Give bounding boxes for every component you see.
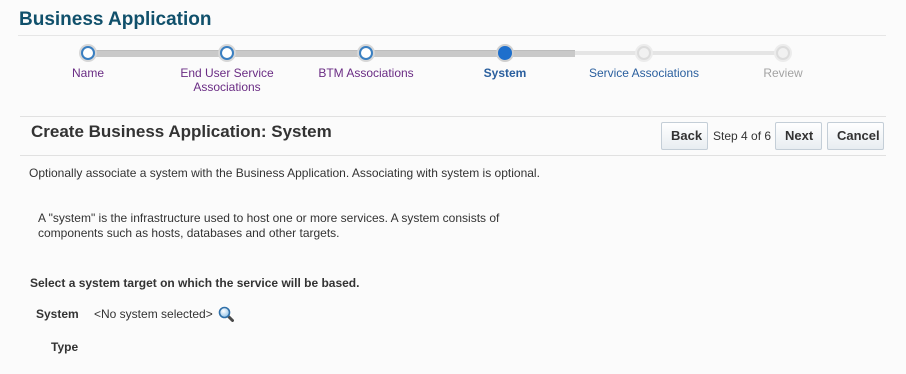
train-stop-label[interactable]: Service Associations xyxy=(569,66,719,80)
back-button[interactable]: Back xyxy=(661,122,708,150)
train-stop-circle-current xyxy=(498,46,512,60)
title-divider xyxy=(18,35,886,36)
header-divider-bottom xyxy=(20,155,886,156)
section-heading: Select a system target on which the serv… xyxy=(30,276,360,290)
search-icon[interactable] xyxy=(218,306,234,322)
cancel-button[interactable]: Cancel xyxy=(827,122,884,150)
train-stop-label: Review xyxy=(763,66,803,80)
train-stop-circle xyxy=(776,46,790,60)
system-label: System xyxy=(36,307,79,321)
train-stop-label[interactable]: Name xyxy=(13,66,163,80)
train-stop-circle[interactable] xyxy=(359,46,373,60)
app-title: Business Application xyxy=(19,9,212,30)
train-stop-label[interactable]: BTM Associations xyxy=(291,66,441,80)
system-value: <No system selected> xyxy=(94,307,213,321)
train-line-remaining xyxy=(575,51,785,55)
page-title: Create Business Application: System xyxy=(31,122,332,141)
type-label: Type xyxy=(51,340,79,354)
train-stop-circle[interactable] xyxy=(220,46,234,60)
step-indicator: Step 4 of 6 xyxy=(713,129,772,143)
header-divider-top xyxy=(20,116,886,117)
train-stop-circle[interactable] xyxy=(81,46,95,60)
train-stop-label[interactable]: End User Service Associations xyxy=(152,66,302,94)
page-description: Optionally associate a system with the B… xyxy=(29,166,540,180)
system-info-text: A "system" is the infrastructure used to… xyxy=(38,211,500,240)
train-stop-label: System xyxy=(483,66,527,80)
next-button[interactable]: Next xyxy=(775,122,822,150)
wizard-train: Name End User Service Associations BTM A… xyxy=(0,40,906,100)
train-stop-circle[interactable] xyxy=(637,46,651,60)
